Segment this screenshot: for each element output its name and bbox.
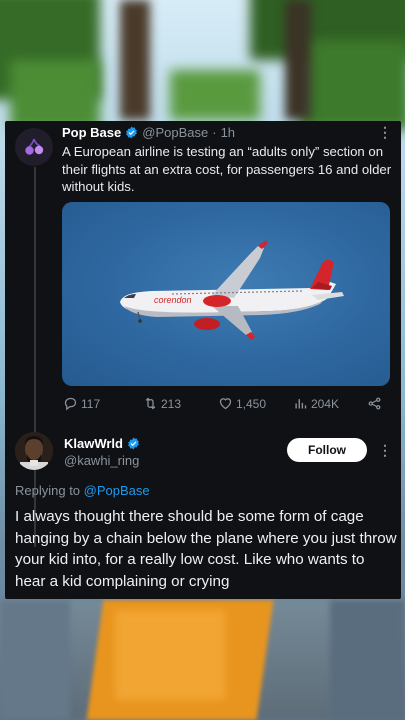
views-action[interactable]: 204K <box>293 396 339 411</box>
reply-icon <box>64 397 77 411</box>
verified-badge-icon <box>126 126 138 139</box>
view-count: 204K <box>311 396 340 411</box>
like-count: 1,450 <box>236 396 267 411</box>
like-icon <box>219 398 232 410</box>
reply-action[interactable]: 117 <box>63 396 100 411</box>
replying-to-link[interactable]: @PopBase <box>84 483 150 498</box>
replying-prefix: Replying to <box>15 483 81 498</box>
repost-count: 213 <box>161 396 182 411</box>
post-image[interactable]: corendon <box>62 202 390 386</box>
author-handle[interactable]: @PopBase <box>142 125 208 140</box>
post-header: Pop Base @PopBase · 1h <box>62 125 235 140</box>
replying-to-line: Replying to @PopBase <box>15 483 150 498</box>
airplane-image: corendon <box>120 240 344 340</box>
more-icon[interactable]: ⋮ <box>378 443 392 457</box>
tweet-card: Pop Base @PopBase · 1h ⋮ A European airl… <box>5 121 401 599</box>
klawwrld-avatar[interactable] <box>15 432 53 470</box>
share-icon <box>368 397 381 410</box>
follow-button[interactable]: Follow <box>287 438 367 462</box>
more-icon[interactable]: ⋮ <box>378 125 392 139</box>
author-name[interactable]: Pop Base <box>62 125 121 140</box>
share-action[interactable] <box>367 396 382 411</box>
post-actions: 117 213 1,450 204K <box>62 396 382 414</box>
reply-author-handle[interactable]: @kawhi_ring <box>64 453 139 468</box>
like-action[interactable]: 1,450 <box>218 396 266 411</box>
repost-action[interactable]: 213 <box>143 396 181 411</box>
separator-dot: · <box>212 125 217 140</box>
reply-author-name[interactable]: KlawWrld <box>64 436 123 451</box>
profile-photo <box>15 432 53 470</box>
views-icon <box>295 399 307 409</box>
airline-brand-text: corendon <box>154 295 192 305</box>
post-time[interactable]: 1h <box>221 125 235 140</box>
cherry-logo-icon <box>25 138 44 155</box>
reply-header: KlawWrld <box>64 436 140 451</box>
reply-count: 117 <box>81 396 101 411</box>
repost-icon <box>145 397 156 410</box>
reply-text: I always thought there should be some fo… <box>15 508 397 590</box>
post-text: A European airline is testing an “adults… <box>62 144 392 194</box>
popbase-avatar[interactable] <box>15 128 53 166</box>
verified-badge-icon <box>128 437 139 450</box>
